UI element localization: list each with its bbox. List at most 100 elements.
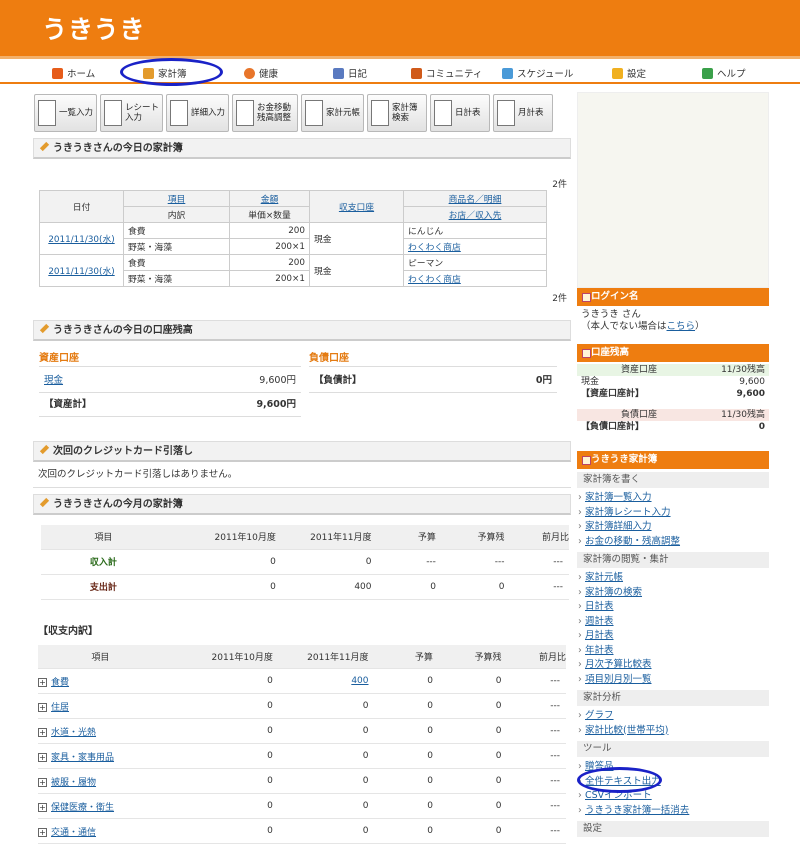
nav-calendar[interactable]: スケジュール — [502, 66, 573, 80]
cell-nov: 0 — [272, 743, 369, 769]
sidebar-link[interactable]: 家計簿詳細入力 — [577, 520, 769, 535]
sidebar-link[interactable]: 家計簿の検索 — [577, 586, 769, 601]
entry-shop[interactable]: わくわく商店 — [403, 270, 547, 287]
table-header-row: 項目 2011年10月度 2011年11月度 予算 予算残 前月比 — [38, 644, 566, 669]
cell-budget: 0 — [368, 693, 433, 719]
form-icon — [236, 100, 254, 126]
entry-shop[interactable]: わくわく商店 — [403, 238, 547, 255]
expand-icon[interactable]: + — [38, 827, 47, 837]
cell-oct: 0 — [162, 768, 273, 794]
menu-heading: うきうき家計簿 — [577, 451, 769, 469]
category-cell[interactable]: + 家具・家事用品 — [38, 743, 163, 769]
cell-budget: 0 — [368, 668, 433, 694]
cell-remain: 0 — [432, 718, 502, 744]
entry-unit: 200×1 — [229, 238, 310, 255]
toolbar-button[interactable]: 一覧入力 — [34, 94, 97, 132]
toolbar-button[interactable]: 家計簿 検索 — [367, 94, 427, 132]
col-account[interactable]: 収支口座 — [309, 190, 404, 223]
not-you-link[interactable]: こちら — [667, 321, 696, 332]
nav-label: 日記 — [348, 69, 368, 80]
login-info: うきうき さん （本人でない場合はこちら） — [577, 306, 769, 336]
expand-icon[interactable]: + — [38, 752, 47, 762]
toolbar-button[interactable]: 月計表 — [493, 94, 553, 132]
sidebar-link[interactable]: 家計簿一覧入力 — [577, 491, 769, 506]
toolbar-button[interactable]: レシート入力 — [100, 94, 163, 132]
nav-home[interactable]: ホーム — [52, 66, 95, 80]
cash-link[interactable]: 現金 — [44, 369, 63, 392]
sidebar-link[interactable]: 家計元帳 — [577, 571, 769, 586]
expand-icon[interactable]: + — [38, 677, 47, 687]
col-amount[interactable]: 金額 — [229, 190, 310, 207]
calendar-icon — [502, 67, 513, 79]
book-icon — [702, 67, 713, 79]
cell-budget: 0 — [368, 718, 433, 744]
cell-oct: 0 — [162, 718, 273, 744]
col-product[interactable]: 商品名／明細 — [403, 190, 547, 207]
nav-people[interactable]: コミュニティ — [411, 66, 482, 80]
sidebar-link[interactable]: 週計表 — [577, 615, 769, 630]
home-icon — [52, 67, 63, 79]
sidebar-category: 設定 — [577, 821, 769, 837]
sidebar-link[interactable]: 項目別月別一覧 — [577, 673, 769, 688]
sidebar-link[interactable]: 月次予算比較表 — [577, 658, 769, 673]
cell-nov: 400 — [275, 574, 372, 600]
sidebar-link[interactable]: 家計比較(世帯平均) — [577, 724, 769, 739]
nav-heart[interactable]: 健康 — [244, 66, 278, 80]
category-link: 交通・通信 — [51, 827, 97, 838]
cell-ratio: --- — [501, 768, 566, 794]
expand-icon[interactable]: + — [38, 702, 47, 712]
toolbar-button[interactable]: 家計元帳 — [301, 94, 364, 132]
nav-book[interactable]: ヘルプ — [702, 66, 746, 80]
expand-icon[interactable]: + — [38, 777, 47, 787]
category-cell[interactable]: + 住居 — [38, 693, 163, 719]
column-header: 項目 — [41, 525, 166, 550]
record-count-bottom: 2件 — [552, 294, 567, 304]
balance-section: うきうきさんの今日の口座残高 資産口座 現金 9,600円 【資産計】 9,600円… — [33, 320, 571, 417]
sidebar-link[interactable]: 家計簿レシート入力 — [577, 506, 769, 521]
sidebar-category: 家計簿を書く — [577, 472, 769, 488]
sidebar-link[interactable]: 年計表 — [577, 644, 769, 659]
cell-nov: 0 — [272, 793, 369, 819]
sidebar-link[interactable]: お金の移動・残高調整 — [577, 535, 769, 550]
toolbar-label: お金移動 残高調整 — [257, 103, 292, 123]
category-cell[interactable]: + 保健医療・衛生 — [38, 793, 163, 819]
category-cell[interactable]: + 水道・光熱 — [38, 718, 163, 744]
toolbar-button[interactable]: 詳細入力 — [166, 94, 229, 132]
entry-subitem: 野菜・海藻 — [123, 270, 230, 287]
sidebar-link[interactable]: 日計表 — [577, 600, 769, 615]
sidebar-category: 家計簿の閲覧・集計 — [577, 552, 769, 568]
nav-person[interactable]: 日記 — [333, 66, 367, 80]
month-table: 項目 2011年10月度 2011年11月度 予算 予算残 前月比 収入計 0 0 --- … — [41, 525, 569, 600]
col-detail: 内訳 — [123, 206, 230, 223]
col-shop[interactable]: お店／収入先 — [403, 206, 547, 223]
entry-date[interactable]: 2011/11/30(水) — [39, 254, 124, 287]
sidebar-link[interactable]: うきうき家計簿一括消去 — [577, 804, 769, 819]
cell-ratio: --- — [501, 743, 566, 769]
sidebar-link[interactable]: 月計表 — [577, 629, 769, 644]
nav-star[interactable]: 設定 — [612, 66, 646, 80]
site-logo[interactable]: うきうき — [42, 10, 146, 46]
toolbar-label: 家計簿 検索 — [392, 103, 418, 123]
category-cell[interactable]: + 食費 — [38, 668, 163, 694]
today-heading: うきうきさんの今日の家計簿 — [33, 138, 571, 159]
expand-icon[interactable]: + — [38, 727, 47, 737]
cell-nov[interactable]: 400 — [272, 668, 369, 694]
category-cell[interactable]: + 交通・通信 — [38, 818, 163, 844]
column-header: 2011年10月度 — [162, 644, 273, 669]
account-balances: 資産口座 11/30残高 現金 9,600 【資産口座計】 9,600 負債口座 11/… — [577, 364, 769, 433]
sidebar-category: 家計分析 — [577, 690, 769, 706]
category-cell[interactable]: + 被服・履物 — [38, 768, 163, 794]
expand-icon[interactable]: + — [38, 802, 47, 812]
toolbar-button[interactable]: 日計表 — [430, 94, 490, 132]
table-row: 収入計 0 0 --- --- --- — [41, 549, 569, 575]
toolbar-button[interactable]: お金移動 残高調整 — [232, 94, 298, 132]
ad-area — [577, 92, 769, 288]
category-link: 家具・家事用品 — [51, 752, 115, 763]
entry-date[interactable]: 2011/11/30(水) — [39, 222, 124, 255]
entry-account: 現金 — [309, 222, 404, 255]
sidebar-link[interactable]: グラフ — [577, 709, 769, 724]
form-icon — [104, 100, 122, 126]
col-item[interactable]: 項目 — [123, 190, 230, 207]
column-header: 2011年10月度 — [165, 525, 276, 550]
nav-label: コミュニティ — [426, 69, 483, 80]
